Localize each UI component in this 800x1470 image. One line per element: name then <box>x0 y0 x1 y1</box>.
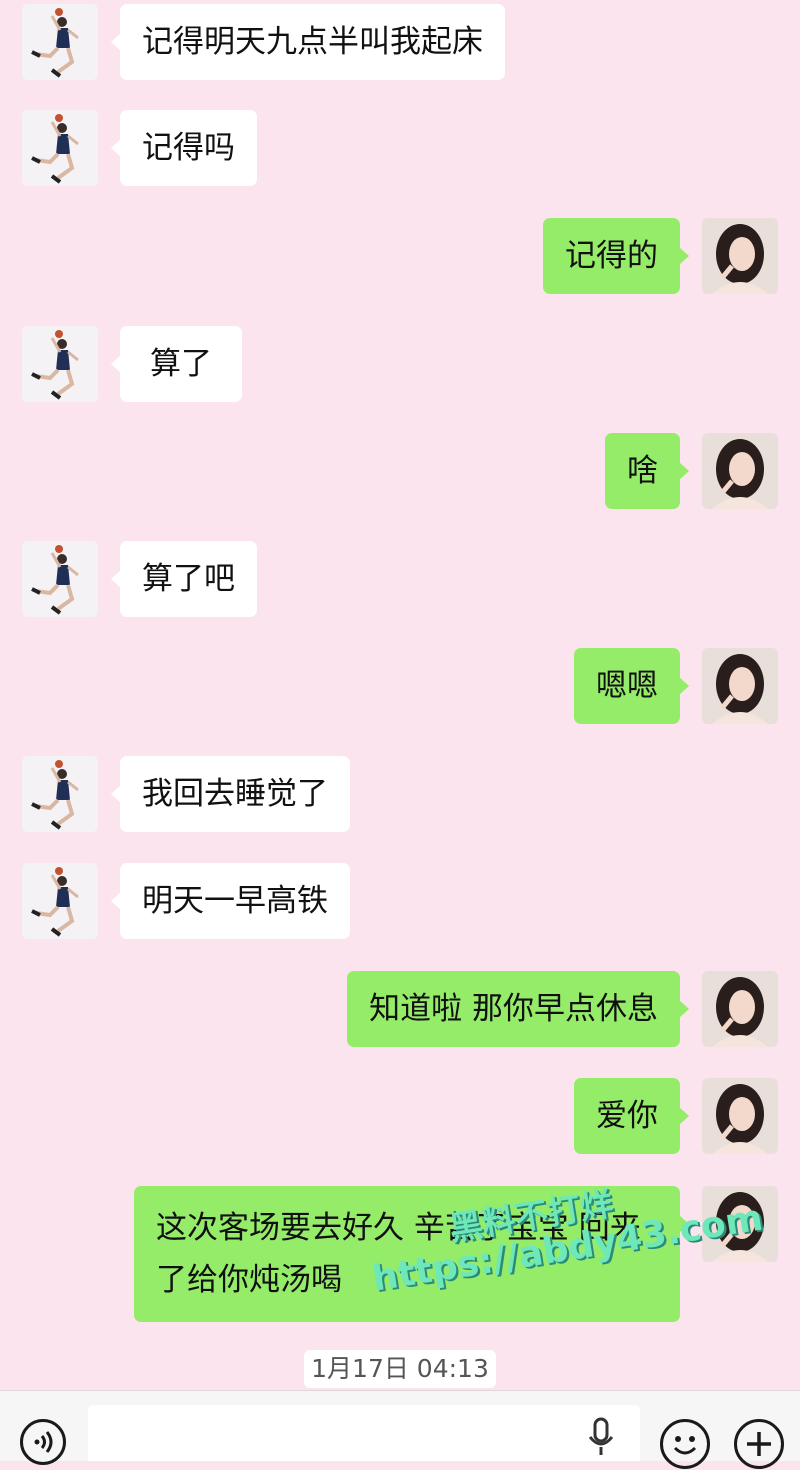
basketball-player-avatar-icon <box>31 8 79 78</box>
microphone-icon[interactable] <box>586 1417 616 1457</box>
message-bubble-received[interactable]: 算了吧 <box>111 541 257 617</box>
message-bubble-sent[interactable]: 嗯嗯 <box>574 648 689 724</box>
contact-avatar[interactable] <box>22 110 98 186</box>
basketball-player-avatar-icon <box>31 867 79 937</box>
contact-avatar[interactable] <box>22 541 98 617</box>
contact-avatar[interactable] <box>22 4 98 80</box>
voice-icon <box>34 1431 53 1453</box>
message-bubble-received[interactable]: 算了 <box>111 326 242 402</box>
woman-portrait-avatar-icon <box>702 971 778 1047</box>
basketball-player-avatar-icon <box>31 545 79 615</box>
woman-portrait-avatar-icon <box>702 1186 778 1262</box>
emoji-button[interactable] <box>660 1419 710 1469</box>
woman-portrait-avatar-icon <box>702 433 778 509</box>
user-avatar[interactable] <box>702 1186 778 1262</box>
message-input[interactable] <box>88 1405 640 1461</box>
message-bubble-received[interactable]: 记得吗 <box>111 110 257 186</box>
user-avatar[interactable] <box>702 433 778 509</box>
basketball-player-avatar-icon <box>31 760 79 830</box>
more-options-button[interactable] <box>734 1419 784 1469</box>
user-avatar[interactable] <box>702 971 778 1047</box>
message-bubble-sent[interactable]: 这次客场要去好久 辛苦了宝宝 回来了给你炖汤喝 <box>134 1186 689 1322</box>
message-bubble-sent[interactable]: 记得的 <box>543 218 689 294</box>
contact-avatar[interactable] <box>22 756 98 832</box>
woman-portrait-avatar-icon <box>702 1078 778 1154</box>
user-avatar[interactable] <box>702 1078 778 1154</box>
contact-avatar[interactable] <box>22 863 98 939</box>
basketball-player-avatar-icon <box>31 114 79 184</box>
plus-icon <box>747 1432 771 1456</box>
user-avatar[interactable] <box>702 218 778 294</box>
basketball-player-avatar-icon <box>31 330 79 400</box>
chat-input-bar <box>0 1390 800 1469</box>
message-bubble-received[interactable]: 我回去睡觉了 <box>111 756 350 832</box>
message-bubble-received[interactable]: 明天一早高铁 <box>111 863 350 939</box>
message-bubble-sent[interactable]: 啥 <box>605 433 689 509</box>
message-timestamp: 1月17日 04:13 <box>304 1350 496 1388</box>
message-bubble-sent[interactable]: 爱你 <box>574 1078 689 1154</box>
message-bubble-received[interactable]: 记得明天九点半叫我起床 <box>111 4 505 80</box>
emoji-icon <box>673 1436 697 1455</box>
voice-toggle-button[interactable] <box>20 1419 66 1465</box>
contact-avatar[interactable] <box>22 326 98 402</box>
woman-portrait-avatar-icon <box>702 218 778 294</box>
user-avatar[interactable] <box>702 648 778 724</box>
message-bubble-sent[interactable]: 知道啦 那你早点休息 <box>347 971 689 1047</box>
woman-portrait-avatar-icon <box>702 648 778 724</box>
